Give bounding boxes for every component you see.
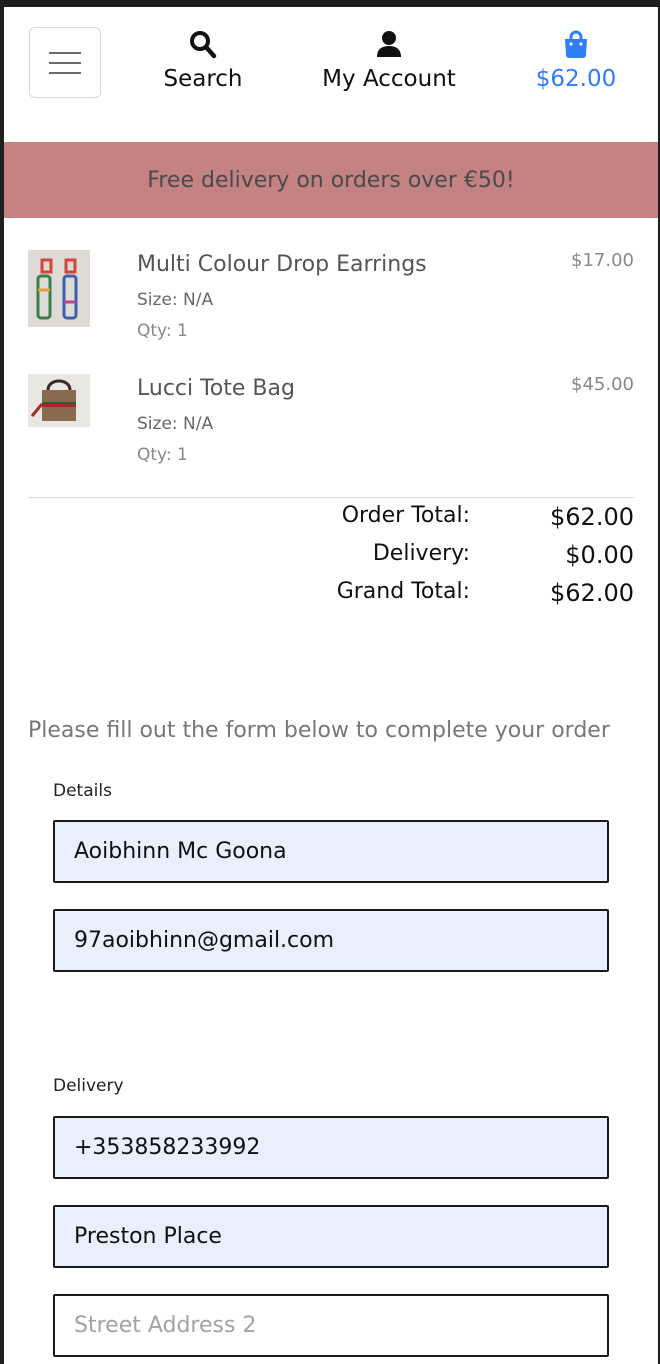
grand-total-value: $62.00 [550,579,634,607]
street-address-1-field[interactable] [53,1205,609,1268]
item-size: Size: N/A [137,290,214,310]
phone-field[interactable] [53,1116,609,1179]
checkout-page: Search My Account $62.00 Free delivery o… [4,7,658,1364]
site-header: Search My Account $62.00 [4,7,658,142]
details-legend: Details [53,781,112,801]
nav-search-label: Search [163,66,243,92]
item-qty: Qty: 1 [137,445,188,465]
nav-account-label: My Account [322,66,456,92]
nav-shopping-bag[interactable]: $62.00 [528,29,624,92]
delivery-legend: Delivery [53,1076,124,1096]
item-price: $45.00 [571,374,634,395]
delivery-value: $0.00 [565,541,634,569]
item-size: Size: N/A [137,414,214,434]
hamburger-icon-bar [49,62,81,64]
order-total-label: Order Total: [341,503,470,528]
tote-bag-thumbnail [28,374,90,427]
order-total-row: Order Total: $62.00 [4,503,658,535]
hamburger-icon-bar [49,72,81,74]
earrings-thumbnail [28,250,90,327]
banner-text: Free delivery on orders over €50! [147,167,515,193]
bag-item: Lucci Tote Bag Size: N/A Qty: 1 $45.00 [28,374,634,474]
item-name: Multi Colour Drop Earrings [137,252,427,277]
delivery-label: Delivery: [372,541,470,566]
grand-total-label: Grand Total: [336,579,470,604]
order-total-value: $62.00 [550,503,634,531]
full-name-field[interactable] [53,820,609,883]
email-field[interactable] [53,909,609,972]
items-divider [28,497,634,498]
delivery-row: Delivery: $0.00 [4,541,658,573]
bag-total: $62.00 [535,66,617,92]
nav-my-account[interactable]: My Account [314,29,464,92]
free-delivery-banner: Free delivery on orders over €50! [4,142,658,218]
item-name: Lucci Tote Bag [137,376,295,401]
street-address-2-field[interactable] [53,1294,609,1357]
shopping-bag-icon [565,30,587,58]
user-icon [377,31,401,57]
hamburger-icon [49,52,81,54]
form-intro-text: Please fill out the form below to comple… [28,718,610,743]
bag-item: Multi Colour Drop Earrings Size: N/A Qty… [28,250,634,350]
item-qty: Qty: 1 [137,321,188,341]
grand-total-row: Grand Total: $62.00 [4,579,658,611]
nav-search[interactable]: Search [154,29,252,92]
search-icon [190,31,217,59]
item-price: $17.00 [571,250,634,271]
menu-toggle-button[interactable] [29,27,101,98]
